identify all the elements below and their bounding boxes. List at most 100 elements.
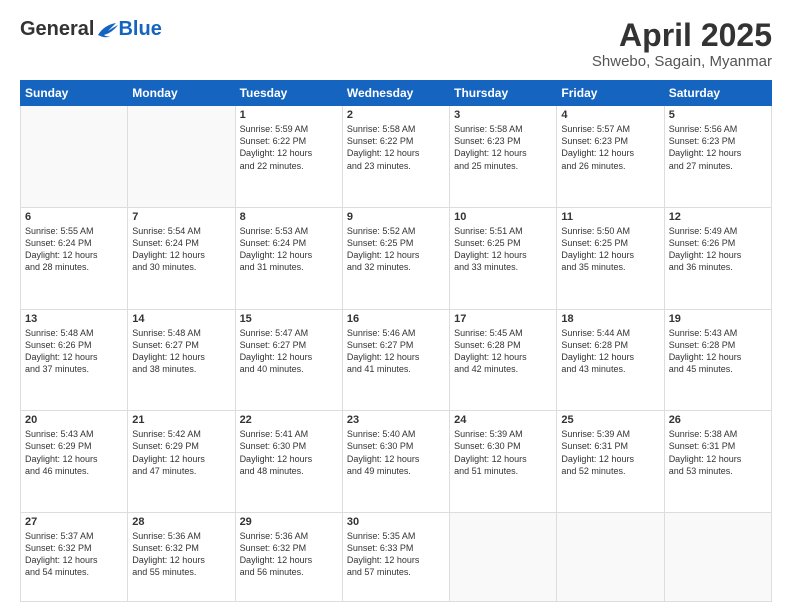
- cell-content: Sunrise: 5:43 AM Sunset: 6:28 PM Dayligh…: [669, 327, 767, 376]
- day-number: 9: [347, 211, 445, 223]
- calendar-day-header: Tuesday: [235, 81, 342, 106]
- cell-content: Sunrise: 5:54 AM Sunset: 6:24 PM Dayligh…: [132, 225, 230, 274]
- calendar-cell: 17 Sunrise: 5:45 AM Sunset: 6:28 PM Dayli…: [450, 309, 557, 411]
- day-number: 24: [454, 414, 552, 426]
- cell-content: Sunrise: 5:43 AM Sunset: 6:29 PM Dayligh…: [25, 428, 123, 477]
- calendar-cell: 11 Sunrise: 5:50 AM Sunset: 6:25 PM Dayli…: [557, 207, 664, 309]
- day-number: 10: [454, 211, 552, 223]
- calendar-cell: 26Sunrise: 5:38 AM Sunset: 6:31 PM Dayli…: [664, 411, 771, 513]
- day-number: 17: [454, 313, 552, 325]
- calendar-day-header: Thursday: [450, 81, 557, 106]
- cell-content: Sunrise: 5:52 AM Sunset: 6:25 PM Dayligh…: [347, 225, 445, 274]
- calendar-cell: 30 Sunrise: 5:35 AM Sunset: 6:33 PM Dayli…: [342, 513, 449, 602]
- day-number: 4: [561, 109, 659, 121]
- calendar-cell: 21 Sunrise: 5:42 AM Sunset: 6:29 PM Dayli…: [128, 411, 235, 513]
- calendar-cell: 10 Sunrise: 5:51 AM Sunset: 6:25 PM Dayli…: [450, 207, 557, 309]
- day-number: 25: [561, 414, 659, 426]
- calendar-cell: 14Sunrise: 5:48 AM Sunset: 6:27 PM Dayli…: [128, 309, 235, 411]
- calendar-week-row: 27 Sunrise: 5:37 AM Sunset: 6:32 PM Dayli…: [21, 513, 772, 602]
- day-number: 19: [669, 313, 767, 325]
- cell-content: Sunrise: 5:38 AM Sunset: 6:31 PM Dayligh…: [669, 428, 767, 477]
- calendar-cell: 4 Sunrise: 5:57 AM Sunset: 6:23 PM Daylig…: [557, 106, 664, 208]
- cell-content: Sunrise: 5:53 AM Sunset: 6:24 PM Dayligh…: [240, 225, 338, 274]
- day-number: 2: [347, 109, 445, 121]
- cell-content: Sunrise: 5:58 AM Sunset: 6:22 PM Dayligh…: [347, 123, 445, 172]
- calendar-day-header: Friday: [557, 81, 664, 106]
- calendar-cell: 19 Sunrise: 5:43 AM Sunset: 6:28 PM Dayli…: [664, 309, 771, 411]
- calendar-cell: 13 Sunrise: 5:48 AM Sunset: 6:26 PM Dayli…: [21, 309, 128, 411]
- calendar-day-header: Saturday: [664, 81, 771, 106]
- calendar-table: SundayMondayTuesdayWednesdayThursdayFrid…: [20, 80, 772, 602]
- calendar-header-row: SundayMondayTuesdayWednesdayThursdayFrid…: [21, 81, 772, 106]
- header: General Blue April 2025 Shwebo, Sagain, …: [20, 18, 772, 70]
- day-number: 29: [240, 516, 338, 528]
- calendar-cell: 29 Sunrise: 5:36 AM Sunset: 6:32 PM Dayli…: [235, 513, 342, 602]
- logo-bird-icon: [96, 21, 118, 39]
- day-number: 8: [240, 211, 338, 223]
- cell-content: Sunrise: 5:39 AM Sunset: 6:30 PM Dayligh…: [454, 428, 552, 477]
- calendar-week-row: 20 Sunrise: 5:43 AM Sunset: 6:29 PM Dayli…: [21, 411, 772, 513]
- calendar-cell: 15 Sunrise: 5:47 AM Sunset: 6:27 PM Dayli…: [235, 309, 342, 411]
- main-title: April 2025: [592, 18, 772, 53]
- day-number: 13: [25, 313, 123, 325]
- day-number: 14: [132, 313, 230, 325]
- calendar-cell: 20 Sunrise: 5:43 AM Sunset: 6:29 PM Dayli…: [21, 411, 128, 513]
- day-number: 1: [240, 109, 338, 121]
- calendar-cell: 18Sunrise: 5:44 AM Sunset: 6:28 PM Dayli…: [557, 309, 664, 411]
- cell-content: Sunrise: 5:55 AM Sunset: 6:24 PM Dayligh…: [25, 225, 123, 274]
- calendar-week-row: 1 Sunrise: 5:59 AM Sunset: 6:22 PM Daylig…: [21, 106, 772, 208]
- calendar-cell: [557, 513, 664, 602]
- cell-content: Sunrise: 5:46 AM Sunset: 6:27 PM Dayligh…: [347, 327, 445, 376]
- cell-content: Sunrise: 5:35 AM Sunset: 6:33 PM Dayligh…: [347, 530, 445, 579]
- cell-content: Sunrise: 5:41 AM Sunset: 6:30 PM Dayligh…: [240, 428, 338, 477]
- calendar-cell: 3 Sunrise: 5:58 AM Sunset: 6:23 PM Daylig…: [450, 106, 557, 208]
- cell-content: Sunrise: 5:37 AM Sunset: 6:32 PM Dayligh…: [25, 530, 123, 579]
- day-number: 27: [25, 516, 123, 528]
- cell-content: Sunrise: 5:48 AM Sunset: 6:26 PM Dayligh…: [25, 327, 123, 376]
- day-number: 20: [25, 414, 123, 426]
- cell-content: Sunrise: 5:40 AM Sunset: 6:30 PM Dayligh…: [347, 428, 445, 477]
- cell-content: Sunrise: 5:50 AM Sunset: 6:25 PM Dayligh…: [561, 225, 659, 274]
- calendar-cell: 25Sunrise: 5:39 AM Sunset: 6:31 PM Dayli…: [557, 411, 664, 513]
- calendar-cell: 22 Sunrise: 5:41 AM Sunset: 6:30 PM Dayli…: [235, 411, 342, 513]
- logo-general-text: General: [20, 18, 94, 41]
- calendar-cell: [21, 106, 128, 208]
- day-number: 23: [347, 414, 445, 426]
- sub-title: Shwebo, Sagain, Myanmar: [592, 53, 772, 70]
- calendar-week-row: 13 Sunrise: 5:48 AM Sunset: 6:26 PM Dayli…: [21, 309, 772, 411]
- cell-content: Sunrise: 5:57 AM Sunset: 6:23 PM Dayligh…: [561, 123, 659, 172]
- calendar-cell: 16 Sunrise: 5:46 AM Sunset: 6:27 PM Dayli…: [342, 309, 449, 411]
- cell-content: Sunrise: 5:58 AM Sunset: 6:23 PM Dayligh…: [454, 123, 552, 172]
- day-number: 6: [25, 211, 123, 223]
- calendar-cell: [664, 513, 771, 602]
- page: General Blue April 2025 Shwebo, Sagain, …: [0, 0, 792, 612]
- cell-content: Sunrise: 5:36 AM Sunset: 6:32 PM Dayligh…: [240, 530, 338, 579]
- cell-content: Sunrise: 5:45 AM Sunset: 6:28 PM Dayligh…: [454, 327, 552, 376]
- day-number: 5: [669, 109, 767, 121]
- day-number: 11: [561, 211, 659, 223]
- calendar-day-header: Wednesday: [342, 81, 449, 106]
- cell-content: Sunrise: 5:44 AM Sunset: 6:28 PM Dayligh…: [561, 327, 659, 376]
- day-number: 12: [669, 211, 767, 223]
- calendar-cell: 27 Sunrise: 5:37 AM Sunset: 6:32 PM Dayli…: [21, 513, 128, 602]
- calendar-cell: 2 Sunrise: 5:58 AM Sunset: 6:22 PM Daylig…: [342, 106, 449, 208]
- cell-content: Sunrise: 5:56 AM Sunset: 6:23 PM Dayligh…: [669, 123, 767, 172]
- day-number: 21: [132, 414, 230, 426]
- calendar-cell: 23 Sunrise: 5:40 AM Sunset: 6:30 PM Dayli…: [342, 411, 449, 513]
- calendar-cell: 1 Sunrise: 5:59 AM Sunset: 6:22 PM Daylig…: [235, 106, 342, 208]
- calendar-cell: [450, 513, 557, 602]
- calendar-cell: 12Sunrise: 5:49 AM Sunset: 6:26 PM Dayli…: [664, 207, 771, 309]
- calendar-cell: 5 Sunrise: 5:56 AM Sunset: 6:23 PM Daylig…: [664, 106, 771, 208]
- cell-content: Sunrise: 5:59 AM Sunset: 6:22 PM Dayligh…: [240, 123, 338, 172]
- calendar-day-header: Sunday: [21, 81, 128, 106]
- cell-content: Sunrise: 5:42 AM Sunset: 6:29 PM Dayligh…: [132, 428, 230, 477]
- day-number: 22: [240, 414, 338, 426]
- day-number: 3: [454, 109, 552, 121]
- day-number: 28: [132, 516, 230, 528]
- day-number: 30: [347, 516, 445, 528]
- cell-content: Sunrise: 5:47 AM Sunset: 6:27 PM Dayligh…: [240, 327, 338, 376]
- cell-content: Sunrise: 5:51 AM Sunset: 6:25 PM Dayligh…: [454, 225, 552, 274]
- day-number: 16: [347, 313, 445, 325]
- day-number: 15: [240, 313, 338, 325]
- calendar-cell: 28Sunrise: 5:36 AM Sunset: 6:32 PM Dayli…: [128, 513, 235, 602]
